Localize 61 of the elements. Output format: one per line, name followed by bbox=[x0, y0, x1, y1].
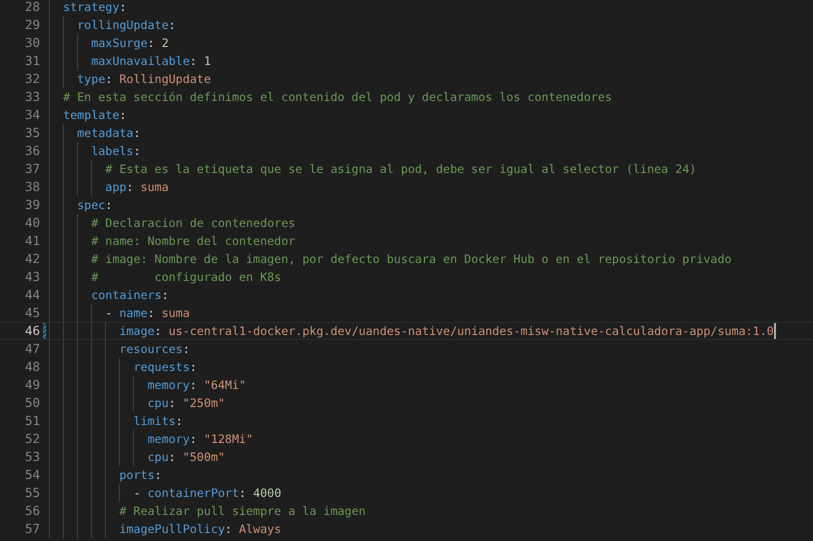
line-number: 33 bbox=[24, 88, 40, 106]
line-number: 56 bbox=[24, 502, 40, 520]
code-line: resources: bbox=[119, 341, 190, 358]
text-cursor bbox=[774, 323, 776, 339]
code-line: maxSurge: 2 bbox=[91, 35, 169, 52]
line-number: 30 bbox=[24, 34, 40, 52]
line-number: 53 bbox=[24, 448, 40, 466]
line-number: 41 bbox=[24, 232, 40, 250]
code-line: # Esta es la etiqueta que se le asigna al pod, debe ser igual al selector (linea 24) bbox=[105, 161, 696, 178]
code-line: app: suma bbox=[105, 179, 169, 196]
code-line: image: us-central1-docker.pkg.dev/uandes-native/uniandes-misw-native-calculadora-app/suma:1.0 bbox=[119, 323, 774, 339]
line-number: 31 bbox=[24, 52, 40, 70]
line-number: 46 bbox=[24, 323, 40, 339]
line-number: 49 bbox=[24, 376, 40, 394]
code-line: rollingUpdate: bbox=[77, 17, 176, 34]
code-line: ports: bbox=[119, 467, 162, 484]
line-number: 43 bbox=[24, 268, 40, 286]
code-line: cpu: "250m" bbox=[148, 395, 225, 412]
code-line: requests: bbox=[133, 359, 197, 376]
code-line: # Realizar pull siempre a la imagen bbox=[119, 503, 366, 520]
line-number: 42 bbox=[24, 250, 40, 268]
code-line: # Declaracion de contenedores bbox=[91, 215, 296, 232]
code-line: labels: bbox=[91, 143, 140, 160]
code-line: # En esta sección definimos el contenido del pod y declaramos los contenedores bbox=[63, 89, 612, 106]
line-number: 50 bbox=[24, 394, 40, 412]
line-number: 39 bbox=[24, 196, 40, 214]
line-number: 32 bbox=[24, 70, 40, 88]
code-line: containers: bbox=[91, 287, 169, 304]
code-line: imagePullPolicy: Always bbox=[119, 521, 282, 538]
code-line: cpu: "500m" bbox=[148, 449, 225, 466]
code-line: template: bbox=[63, 107, 126, 124]
line-number: 40 bbox=[24, 214, 40, 232]
line-number: 36 bbox=[24, 142, 40, 160]
code-line: # image: Nombre de la imagen, por defecto buscara en Docker Hub o en el repositorio privado bbox=[91, 251, 732, 268]
code-line: maxUnavailable: 1 bbox=[91, 53, 211, 70]
code-line: strategy: bbox=[63, 0, 126, 16]
line-number: 55 bbox=[24, 484, 40, 502]
line-number: 57 bbox=[24, 520, 40, 538]
code-line: memory: "128Mi" bbox=[148, 431, 254, 448]
code-line: - name: suma bbox=[105, 305, 190, 322]
code-line: spec: bbox=[77, 197, 112, 214]
line-number: 37 bbox=[24, 160, 40, 178]
line-number: 54 bbox=[24, 466, 40, 484]
code-line: metadata: bbox=[77, 125, 140, 142]
code-line: limits: bbox=[133, 413, 183, 430]
code-line: memory: "64Mi" bbox=[148, 377, 246, 394]
line-number: 38 bbox=[24, 178, 40, 196]
line-number: 28 bbox=[24, 0, 40, 16]
line-number: 47 bbox=[24, 340, 40, 358]
line-number: 52 bbox=[24, 430, 40, 448]
line-number: 45 bbox=[24, 304, 40, 322]
line-number: 35 bbox=[24, 124, 40, 142]
code-line: type: RollingUpdate bbox=[77, 71, 211, 88]
line-number: 44 bbox=[24, 286, 40, 304]
line-number: 29 bbox=[24, 16, 40, 34]
line-number: 48 bbox=[24, 358, 40, 376]
line-number: 51 bbox=[24, 412, 40, 430]
code-line: # configurado en K8s bbox=[91, 269, 282, 286]
code-line: # name: Nombre del contenedor bbox=[91, 233, 296, 250]
line-number: 34 bbox=[24, 106, 40, 124]
code-line: - containerPort: 4000 bbox=[133, 485, 282, 502]
